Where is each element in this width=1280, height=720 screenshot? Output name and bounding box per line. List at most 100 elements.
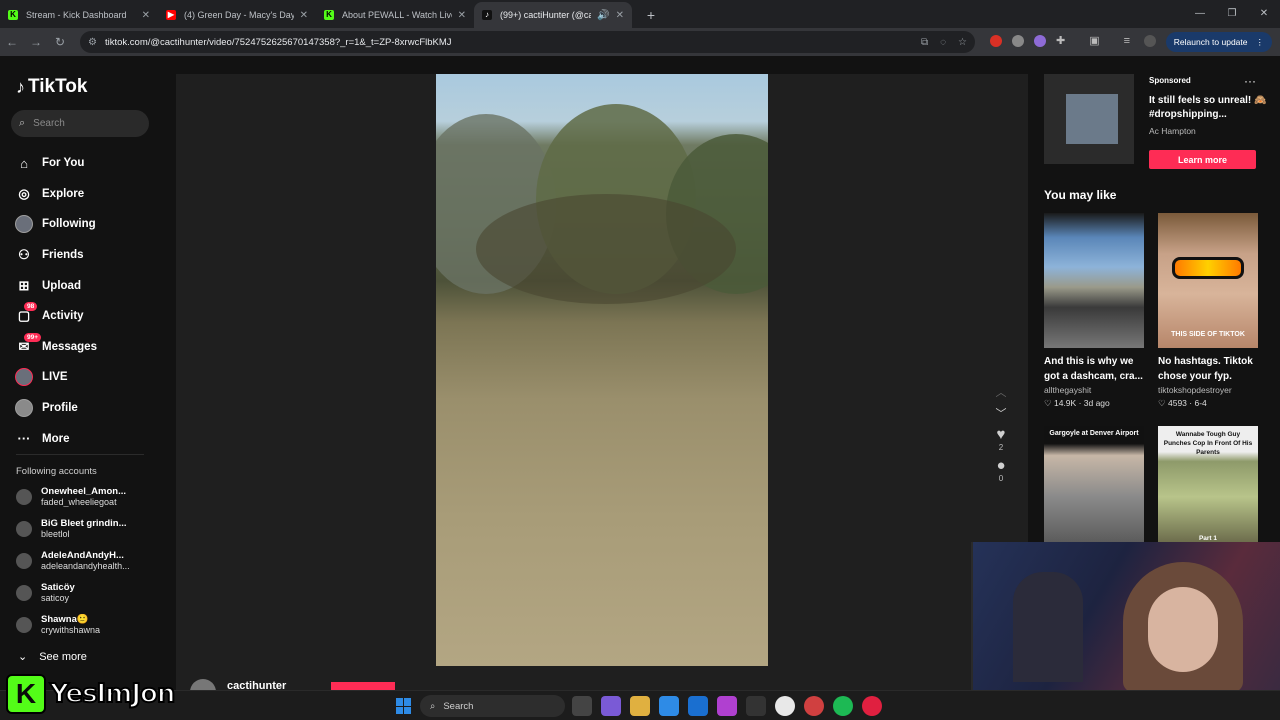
sidebar-item-messages[interactable]: ✉ 99+ Messages	[14, 332, 97, 363]
search-icon: ⌕	[430, 700, 436, 712]
url-field[interactable]: ⚙ tiktok.com/@cactihunter/video/75247526…	[80, 31, 975, 53]
tab-title: (99+) cactiHunter (@cactihu	[500, 10, 592, 20]
extension-icon[interactable]	[1034, 34, 1046, 47]
more-options-icon[interactable]: ···	[1244, 74, 1256, 88]
following-account[interactable]: Saticöy saticoy	[16, 582, 146, 603]
copilot-icon[interactable]	[601, 696, 621, 716]
learn-more-button[interactable]: Learn more	[1149, 150, 1256, 169]
recommended-card[interactable]: Wannabe Tough Guy Punches Cop In Front O…	[1158, 426, 1258, 544]
comment-button[interactable]: ● 0	[986, 457, 1016, 483]
chrome-icon[interactable]	[775, 696, 795, 716]
back-icon[interactable]: ←	[0, 35, 24, 49]
sidebar-item-friends[interactable]: ⚇ Friends	[14, 240, 97, 271]
sidebar-item-profile[interactable]: Profile	[14, 393, 97, 424]
sidebar-item-label: Upload	[42, 279, 81, 292]
sidebar-item-label: Friends	[42, 249, 84, 262]
sidebar-item-live[interactable]: LIVE	[14, 362, 97, 393]
bookmark-star-icon[interactable]: ☆	[958, 37, 967, 48]
restore-icon[interactable]: ❐	[1216, 0, 1248, 28]
new-tab-button[interactable]: +	[640, 4, 662, 26]
app-icon[interactable]	[746, 696, 766, 716]
sponsored-author[interactable]: Ac Hampton	[1149, 126, 1196, 136]
speaker-icon[interactable]: 🔊	[597, 10, 609, 21]
close-window-icon[interactable]: ✕	[1248, 0, 1280, 28]
comment-count: 0	[998, 474, 1004, 483]
recommended-card[interactable]: And this is why we got a dashcam, cra...…	[1044, 213, 1144, 409]
app-icon[interactable]	[862, 696, 882, 716]
sidebar-item-explore[interactable]: ◎ Explore	[14, 179, 97, 210]
card-thumbnail: THIS SIDE OF TIKTOK	[1158, 213, 1258, 348]
extension-icon[interactable]	[1012, 34, 1024, 47]
spotify-icon[interactable]	[833, 696, 853, 716]
recommended-card[interactable]: THIS SIDE OF TIKTOK No hashtags. Tiktok …	[1158, 213, 1258, 409]
site-info-icon[interactable]: ⚙	[88, 37, 97, 48]
reload-icon[interactable]: ↻	[48, 35, 72, 49]
app-icon[interactable]	[804, 696, 824, 716]
sidebar-item-more[interactable]: ··· More	[14, 423, 97, 454]
next-video-button[interactable]: ﹀	[986, 405, 1016, 421]
video-player[interactable]	[436, 74, 768, 666]
avatar[interactable]	[1144, 34, 1157, 47]
see-more-button[interactable]: ⌄ See more	[18, 650, 87, 664]
sidebar-item-upload[interactable]: ⊞ Upload	[14, 270, 97, 301]
chevron-down-icon: ⌄	[18, 651, 28, 663]
sidebar-item-following[interactable]: Following	[14, 209, 97, 240]
sponsored-title[interactable]: It still feels so unreal! 🙈 #dropshippin…	[1149, 94, 1269, 122]
extension-icon[interactable]	[990, 34, 1002, 47]
card-title: And this is why we got a dashcam, cra...	[1044, 356, 1143, 382]
store-icon[interactable]	[659, 696, 679, 716]
account-name: AdeleAndAndyH...	[41, 550, 124, 561]
card-thumbnail: Gargoyle at Denver Airport	[1044, 426, 1144, 544]
forward-icon[interactable]: →	[24, 35, 48, 49]
card-stats: ♡ 4593 · 6-4	[1158, 398, 1207, 408]
following-accounts-header: Following accounts	[16, 466, 97, 477]
following-account[interactable]: Onewheel_Amon... faded_wheeliegoat	[16, 486, 146, 507]
sponsored-thumbnail[interactable]	[1044, 74, 1134, 164]
search-icon: ⌕	[19, 117, 26, 129]
tab-tiktok[interactable]: ♪ (99+) cactiHunter (@cactihu 🔊 ✕	[474, 2, 632, 28]
following-avatar-icon	[14, 214, 34, 234]
tiktok-icon: ♪	[482, 10, 492, 20]
following-account[interactable]: AdeleAndAndyH... adeleandandyhealth...	[16, 550, 146, 571]
compass-icon: ◎	[18, 185, 30, 201]
sidebar-item-label: Following	[42, 218, 96, 231]
eye-off-icon[interactable]: ◌	[940, 37, 946, 48]
streamer-name: YesImJon	[49, 678, 176, 710]
close-icon[interactable]: ✕	[300, 10, 308, 21]
sidepanel-icon[interactable]: ▣	[1089, 34, 1099, 47]
tiktok-logo[interactable]: ♪ TikTok	[16, 76, 87, 98]
minimize-icon[interactable]: —	[1184, 0, 1216, 28]
media-icon[interactable]: ≡	[1124, 35, 1130, 47]
file-explorer-icon[interactable]	[630, 696, 650, 716]
close-icon[interactable]: ✕	[616, 10, 624, 21]
following-account[interactable]: Shawna🙂 crywithshawna	[16, 614, 146, 635]
close-icon[interactable]: ✕	[458, 10, 466, 21]
activity-badge: 98	[24, 301, 38, 311]
following-account[interactable]: BiG Bleet grindin... bleetlol	[16, 518, 146, 539]
recommended-card[interactable]: Gargoyle at Denver Airport	[1044, 426, 1144, 544]
app-icon[interactable]	[717, 696, 737, 716]
close-icon[interactable]: ✕	[142, 10, 150, 21]
mail-icon[interactable]	[688, 696, 708, 716]
puzzle-icon[interactable]: ✚	[1056, 34, 1065, 47]
more-icon: ···	[17, 431, 31, 447]
taskbar-search[interactable]: ⌕ Search	[420, 695, 565, 717]
like-button[interactable]: ♥ 2	[986, 426, 1016, 452]
card-user: tiktokshopdestroyer	[1158, 385, 1232, 395]
install-icon[interactable]: ⧉	[921, 37, 928, 48]
tab-title: About PEWALL - Watch Live on	[342, 10, 452, 20]
follow-button[interactable]	[331, 682, 395, 690]
prev-video-button[interactable]: ︿	[986, 384, 1016, 400]
tab-youtube[interactable]: ▶ (4) Green Day - Macy's Day Par ✕	[158, 2, 316, 28]
sidebar-item-activity[interactable]: ▢ 98 Activity	[14, 301, 97, 332]
window-controls: — ❐ ✕	[1184, 0, 1280, 28]
task-view-icon[interactable]	[572, 696, 592, 716]
tab-kick-dashboard[interactable]: K Stream - Kick Dashboard ✕	[0, 2, 158, 28]
relaunch-button[interactable]: Relaunch to update ⋮	[1165, 32, 1272, 52]
tab-pewall[interactable]: K About PEWALL - Watch Live on ✕	[316, 2, 474, 28]
sidebar-item-for-you[interactable]: ⌂ For You	[14, 148, 97, 179]
windows-start-icon[interactable]	[396, 698, 412, 714]
search-input[interactable]: ⌕ Search	[11, 110, 149, 137]
kick-icon: K	[324, 10, 334, 20]
avatar	[16, 552, 32, 569]
